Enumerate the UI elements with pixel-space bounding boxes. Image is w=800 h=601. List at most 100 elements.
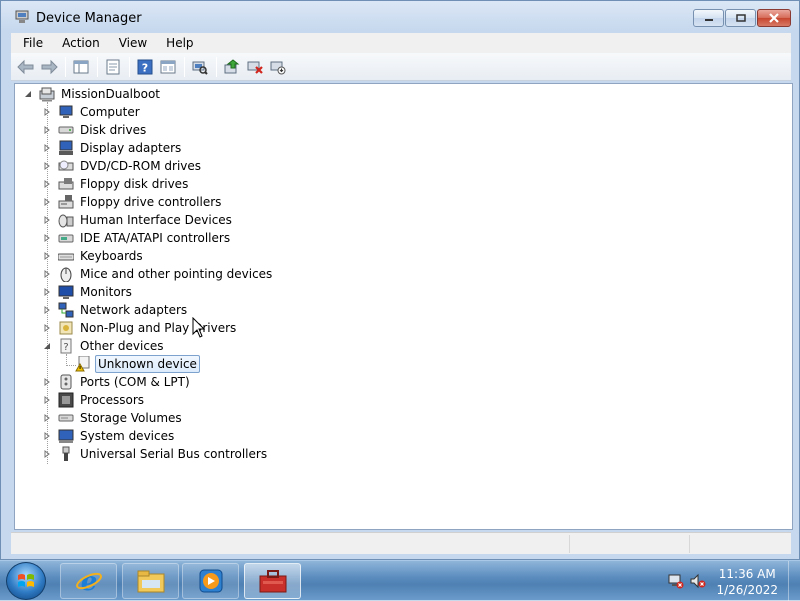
menu-help[interactable]: Help bbox=[154, 36, 200, 50]
toolbar-separator bbox=[129, 56, 130, 77]
dvd-drive-icon bbox=[58, 160, 74, 171]
taskbar: e 11:36 AM 1/26/2022 bbox=[0, 560, 800, 601]
view-button[interactable] bbox=[157, 56, 179, 78]
tree-item-processors[interactable]: Processors bbox=[42, 391, 146, 409]
scan-hardware-button[interactable] bbox=[189, 56, 211, 78]
show-hide-tree-button[interactable] bbox=[70, 56, 92, 78]
expand-arrow-icon[interactable] bbox=[42, 413, 52, 423]
svg-text:?: ? bbox=[142, 61, 148, 74]
toolbar-separator bbox=[216, 56, 217, 77]
driver-icon bbox=[59, 321, 73, 335]
clock-date: 1/26/2022 bbox=[716, 583, 778, 597]
expand-arrow-icon[interactable] bbox=[42, 107, 52, 117]
windows-logo-icon bbox=[18, 574, 34, 587]
tree-item-mice[interactable]: Mice and other pointing devices bbox=[42, 265, 274, 283]
title-bar[interactable]: Device Manager bbox=[1, 1, 799, 33]
warning-device-icon bbox=[75, 356, 90, 372]
properties-icon bbox=[106, 59, 120, 74]
clock-time: 11:36 AM bbox=[718, 567, 776, 581]
expand-arrow-icon[interactable] bbox=[42, 449, 52, 459]
expand-arrow-icon[interactable] bbox=[42, 431, 52, 441]
tree-item-ide-controllers[interactable]: IDE ATA/ATAPI controllers bbox=[42, 229, 232, 247]
tree-item-label: Keyboards bbox=[80, 249, 143, 263]
tree-item-dvd-cd-rom-drives[interactable]: DVD/CD-ROM drives bbox=[42, 157, 203, 175]
help-button[interactable]: ? bbox=[134, 56, 156, 78]
tree-item-non-plug-and-play-drivers[interactable]: Non-Plug and Play Drivers bbox=[42, 319, 238, 337]
taskbar-media-player[interactable] bbox=[182, 563, 239, 599]
collapse-arrow-icon[interactable] bbox=[23, 89, 33, 99]
back-button[interactable] bbox=[15, 56, 37, 78]
tree-item-computer[interactable]: Computer bbox=[42, 103, 142, 121]
tree-item-floppy-disk-drives[interactable]: Floppy disk drives bbox=[42, 175, 190, 193]
expand-arrow-icon[interactable] bbox=[42, 233, 52, 243]
expand-arrow-icon[interactable] bbox=[42, 305, 52, 315]
expand-arrow-icon[interactable] bbox=[42, 179, 52, 189]
computer-icon bbox=[59, 105, 73, 118]
computer-icon bbox=[39, 87, 55, 102]
collapse-arrow-icon[interactable] bbox=[42, 341, 52, 351]
close-button[interactable] bbox=[757, 9, 791, 27]
floppy-drive-icon bbox=[58, 178, 74, 190]
internet-explorer-icon: e bbox=[75, 567, 102, 595]
volume-muted-icon[interactable] bbox=[690, 573, 706, 589]
tree-item-label-selected: Unknown device bbox=[95, 355, 200, 373]
expand-arrow-icon[interactable] bbox=[42, 125, 52, 135]
tree-item-disk-drives[interactable]: Disk drives bbox=[42, 121, 148, 139]
tree-item-label: Network adapters bbox=[80, 303, 188, 317]
start-button[interactable] bbox=[6, 562, 46, 600]
disk-drive-icon bbox=[58, 126, 74, 134]
tree-item-other-devices[interactable]: ? Other devices bbox=[42, 337, 166, 355]
system-device-icon bbox=[58, 429, 74, 443]
show-hide-tree-icon bbox=[73, 60, 89, 73]
uninstall-icon bbox=[247, 61, 263, 74]
minimize-button[interactable] bbox=[693, 9, 724, 27]
tree-item-floppy-drive-controllers[interactable]: Floppy drive controllers bbox=[42, 193, 223, 211]
taskbar-internet-explorer[interactable]: e bbox=[60, 563, 117, 599]
expand-arrow-icon[interactable] bbox=[42, 395, 52, 405]
device-tree[interactable]: MissionDualboot Computer Disk drives Dis… bbox=[14, 83, 793, 530]
port-icon bbox=[60, 374, 72, 390]
help-icon: ? bbox=[137, 59, 153, 74]
tree-item-human-interface-devices[interactable]: Human Interface Devices bbox=[42, 211, 234, 229]
tree-item-display-adapters[interactable]: Display adapters bbox=[42, 139, 183, 157]
tree-item-monitors[interactable]: Monitors bbox=[42, 283, 134, 301]
taskbar-device-manager[interactable] bbox=[244, 563, 301, 599]
maximize-button[interactable] bbox=[725, 9, 756, 27]
expand-arrow-icon[interactable] bbox=[42, 251, 52, 261]
tree-item-label: Universal Serial Bus controllers bbox=[80, 447, 268, 461]
expand-arrow-icon[interactable] bbox=[42, 197, 52, 207]
expand-arrow-icon[interactable] bbox=[42, 323, 52, 333]
disable-button[interactable] bbox=[267, 56, 289, 78]
expand-arrow-icon[interactable] bbox=[42, 269, 52, 279]
back-icon bbox=[17, 59, 34, 74]
menu-action[interactable]: Action bbox=[50, 36, 107, 50]
expand-arrow-icon[interactable] bbox=[42, 287, 52, 297]
mouse-cursor-icon bbox=[192, 317, 206, 338]
network-status-icon[interactable] bbox=[668, 573, 684, 589]
taskbar-windows-explorer[interactable] bbox=[122, 563, 179, 599]
forward-icon bbox=[41, 59, 58, 74]
tree-item-usb-controllers[interactable]: Universal Serial Bus controllers bbox=[42, 445, 269, 463]
tree-item-label: Storage Volumes bbox=[80, 411, 182, 425]
forward-button[interactable] bbox=[38, 56, 60, 78]
update-driver-button[interactable] bbox=[221, 56, 243, 78]
clock[interactable]: 11:36 AM 1/26/2022 bbox=[716, 566, 778, 598]
expand-arrow-icon[interactable] bbox=[42, 377, 52, 387]
expand-arrow-icon[interactable] bbox=[42, 161, 52, 171]
show-desktop-button[interactable] bbox=[788, 561, 800, 601]
tree-root[interactable]: MissionDualboot bbox=[23, 85, 162, 103]
tree-item-ports[interactable]: Ports (COM & LPT) bbox=[42, 373, 192, 391]
menu-file[interactable]: File bbox=[11, 36, 50, 50]
floppy-controller-icon bbox=[58, 195, 74, 209]
uninstall-button[interactable] bbox=[244, 56, 266, 78]
tree-item-system-devices[interactable]: System devices bbox=[42, 427, 176, 445]
tree-item-storage-volumes[interactable]: Storage Volumes bbox=[42, 409, 184, 427]
tree-item-network-adapters[interactable]: Network adapters bbox=[42, 301, 189, 319]
properties-button[interactable] bbox=[102, 56, 124, 78]
expand-arrow-icon[interactable] bbox=[42, 143, 52, 153]
tree-item-unknown-device[interactable]: Unknown device bbox=[75, 355, 200, 373]
tree-item-keyboards[interactable]: Keyboards bbox=[42, 247, 145, 265]
tree-item-label: Floppy drive controllers bbox=[80, 195, 222, 209]
menu-view[interactable]: View bbox=[107, 36, 154, 50]
expand-arrow-icon[interactable] bbox=[42, 215, 52, 225]
